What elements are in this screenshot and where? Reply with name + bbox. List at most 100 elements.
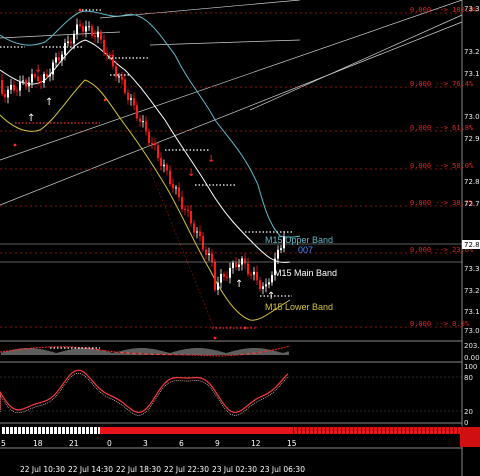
- session-tick: [430, 427, 433, 434]
- candle-body: [22, 80, 24, 82]
- trendlines[interactable]: [0, 0, 463, 331]
- lower-band-line[interactable]: [0, 79, 291, 321]
- session-tick: [406, 427, 409, 434]
- signal-dot: [78, 8, 82, 12]
- stoch-level-0: 0: [464, 419, 468, 427]
- session-tick: [366, 427, 369, 434]
- candle-body: [277, 249, 279, 259]
- signal-dot: [103, 98, 107, 102]
- stoch-d-line: [0, 372, 289, 416]
- stochastic-pane[interactable]: [0, 369, 462, 416]
- trendline[interactable]: [149, 39, 301, 46]
- candle-body: [25, 80, 27, 87]
- candle-body: [163, 164, 165, 167]
- candle-body: [19, 81, 21, 91]
- candle-body: [268, 282, 270, 285]
- stoch-level-20: 20: [464, 408, 473, 416]
- session-tick: [6, 427, 9, 434]
- chart-canvas[interactable]: 0.000 --> 100.0%0.000 --> 76.4%0.000 -->…: [0, 0, 480, 476]
- price-axis-label: 73.1: [464, 308, 480, 316]
- session-tick: [294, 427, 297, 434]
- session-tick: [326, 427, 329, 434]
- candle-body: [196, 231, 198, 233]
- down-arrow-icon: ↓: [187, 168, 195, 179]
- candle-body: [148, 131, 150, 143]
- candle-body: [247, 263, 249, 275]
- session-tick: [382, 427, 385, 434]
- session-tick: [58, 427, 61, 434]
- main-band-label: M15 Main Band: [274, 268, 337, 278]
- price-axis-label: 72.7: [464, 200, 480, 208]
- session-tick: [342, 427, 345, 434]
- price-axis-label: 73.2: [464, 287, 480, 295]
- candle-body: [94, 35, 96, 38]
- price-axis-label: 72.9: [464, 135, 480, 143]
- candle-body: [124, 79, 126, 93]
- candle-body: [223, 274, 225, 277]
- candle-body: [130, 98, 132, 100]
- hour-tick-label: 5: [1, 439, 6, 448]
- candle-body: [61, 54, 63, 61]
- session-tick: [446, 427, 449, 434]
- session-tick: [374, 427, 377, 434]
- candle-body: [64, 42, 66, 55]
- time-axis-label: 22 Jul 22:30: [164, 465, 209, 474]
- trendline[interactable]: [0, 21, 463, 206]
- stoch-level-100: 100: [464, 363, 477, 371]
- macd-pane[interactable]: [0, 345, 291, 357]
- time-axis-label: 22 Jul 14:30: [68, 465, 113, 474]
- candle-body: [13, 84, 15, 91]
- time-axis-label: 22 Jul 10:30: [20, 465, 65, 474]
- candle-body: [127, 92, 129, 100]
- candle-body: [271, 275, 273, 283]
- session-tick: [310, 427, 313, 434]
- candle-body: [172, 184, 174, 189]
- price-axis-label: 73.2: [464, 48, 480, 56]
- upper-band-line[interactable]: [0, 10, 301, 238]
- candle-body: [79, 24, 81, 27]
- candle-body: [190, 211, 192, 224]
- session-tick: [434, 427, 437, 434]
- trendline[interactable]: [99, 0, 301, 19]
- price-axis-label: 72.8: [464, 178, 480, 186]
- candle-body: [52, 62, 54, 75]
- trendline[interactable]: [0, 0, 463, 161]
- candle-body: [37, 76, 39, 81]
- up-arrow-icon: ↑: [267, 291, 275, 302]
- lower-band-label: M15 Lower Band: [265, 302, 333, 312]
- candle-body: [55, 57, 57, 63]
- candle-body: [73, 34, 75, 44]
- candle-body: [145, 121, 147, 132]
- candle-body: [214, 262, 216, 290]
- price-axis-label: 73.0: [464, 327, 480, 335]
- session-tick: [426, 427, 429, 434]
- hour-tick-label: 15: [287, 439, 297, 448]
- candle-body: [244, 258, 246, 264]
- main-band-line[interactable]: [0, 39, 291, 264]
- candle-body: [49, 74, 51, 77]
- candle-body: [229, 268, 231, 278]
- candle-body: [115, 66, 117, 77]
- session-tick: [34, 427, 37, 434]
- candle-body: [202, 236, 204, 250]
- session-tick: [90, 427, 93, 434]
- candle-body: [70, 41, 72, 44]
- candle-body: [154, 143, 156, 146]
- candle-body: [205, 249, 207, 255]
- candle-body: [193, 223, 195, 233]
- session-tick: [62, 427, 65, 434]
- forex-chart-window[interactable]: 0.000 --> 100.0% 0.000 --> 76.4% 0.000 -->…: [0, 0, 480, 476]
- candle-body: [259, 280, 261, 289]
- time-axis[interactable]: 22 Jul 10:30 22 Jul 14:30 22 Jul 18:30 22 J…: [20, 465, 305, 474]
- candle-body: [232, 262, 234, 269]
- macd-axis-bottom: 0.00: [464, 354, 480, 362]
- candle-body: [139, 118, 141, 122]
- price-axis[interactable]: 73.373.273.173.072.972.872.772.673.373.2…: [464, 5, 480, 335]
- candle-body: [157, 145, 159, 159]
- candle-body: [103, 39, 105, 53]
- candle-body: [136, 105, 138, 119]
- candle-body: [40, 80, 42, 83]
- candle-body: [265, 284, 267, 287]
- candle-body: [151, 142, 153, 144]
- up-arrow-icon: ↑: [27, 113, 35, 124]
